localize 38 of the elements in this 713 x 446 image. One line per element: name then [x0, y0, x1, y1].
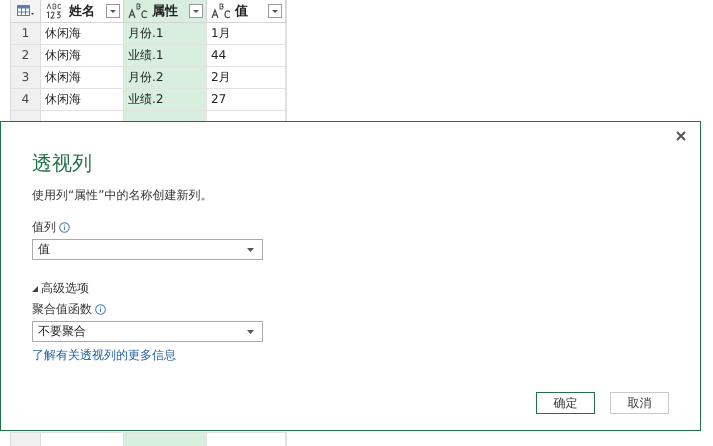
filter-dropdown-icon[interactable]	[268, 4, 282, 18]
help-link[interactable]: 了解有关透视列的更多信息	[32, 347, 176, 364]
table-cell: 业绩.1	[124, 45, 207, 66]
field-label: 聚合值函数	[32, 301, 92, 318]
aggregate-function-dropdown[interactable]: 不要聚合	[32, 321, 263, 342]
cancel-button[interactable]: 取消	[610, 392, 669, 414]
field-label: 值列	[32, 219, 56, 236]
dropdown-arrow-icon	[247, 248, 254, 252]
info-icon[interactable]	[59, 222, 70, 233]
table-cell: 业绩.2	[124, 89, 207, 110]
text-type-icon	[210, 2, 232, 20]
row-number: 4	[11, 89, 41, 110]
close-icon	[676, 131, 686, 141]
table-cell: 44	[207, 45, 286, 66]
dialog-title: 透视列	[32, 150, 92, 177]
table-cell: 月份.2	[124, 67, 207, 88]
filter-dropdown-icon[interactable]	[189, 4, 203, 18]
row-number: 1	[11, 23, 41, 44]
column-header[interactable]: 姓名	[41, 0, 124, 22]
close-button[interactable]	[674, 129, 688, 143]
expanded-triangle-icon	[32, 286, 38, 292]
filter-dropdown-icon[interactable]	[106, 4, 120, 18]
table-icon	[16, 5, 34, 17]
advanced-options-toggle[interactable]: 高级选项	[32, 280, 89, 297]
table-cell: 2月	[207, 67, 286, 88]
ok-button[interactable]: 确定	[536, 392, 595, 414]
row-number: 2	[11, 45, 41, 66]
column-header[interactable]: 值	[207, 0, 286, 22]
column-header[interactable]: 属性	[124, 0, 207, 22]
table-cell: 月份.1	[124, 23, 207, 44]
table-cell: 1月	[207, 23, 286, 44]
dialog-description: 使用列“属性”中的名称创建新列。	[32, 187, 212, 204]
dropdown-arrow-icon	[247, 330, 254, 334]
info-icon[interactable]	[95, 304, 106, 315]
text-type-icon	[127, 2, 149, 20]
value-column-dropdown[interactable]: 值	[32, 239, 263, 260]
row-number: 3	[11, 67, 41, 88]
table-cell: 27	[207, 89, 286, 110]
